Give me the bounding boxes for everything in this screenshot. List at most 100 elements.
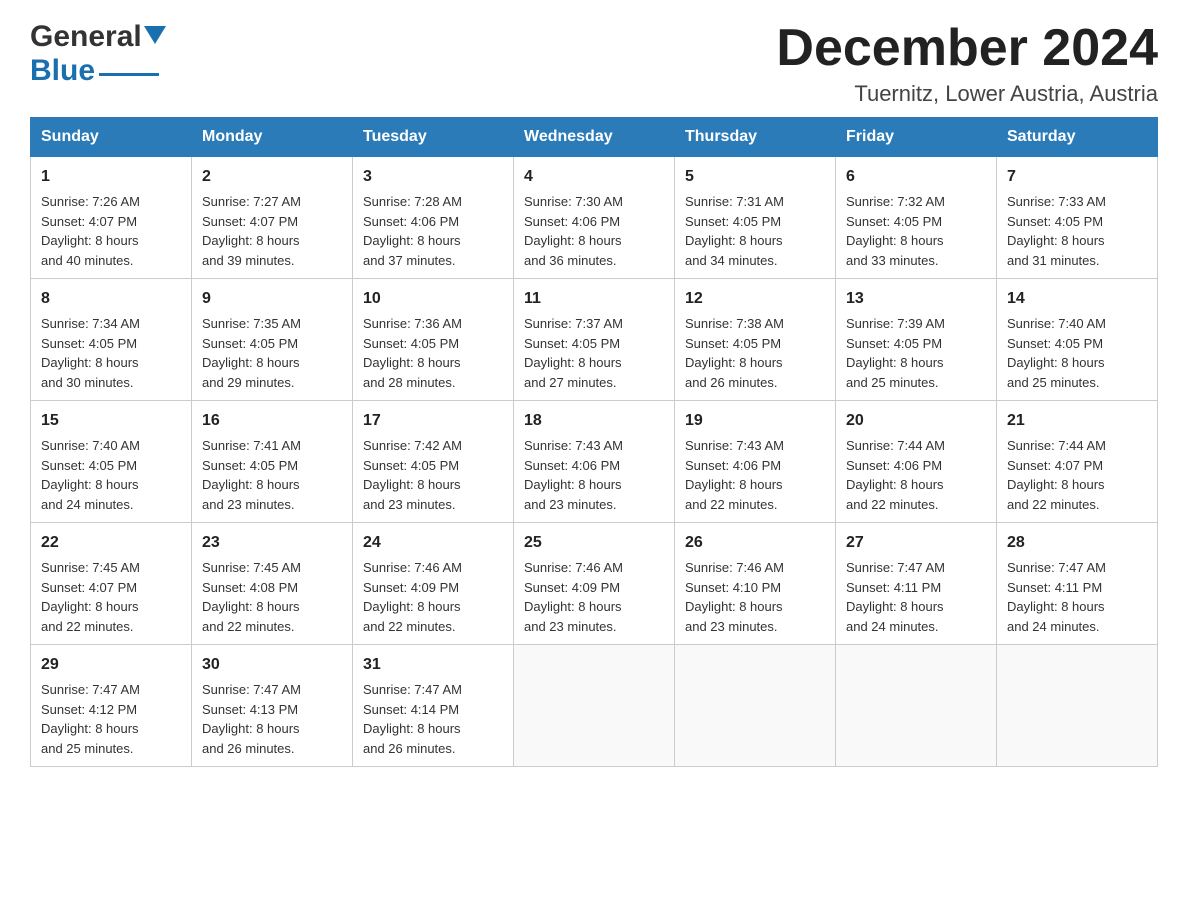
location-subtitle: Tuernitz, Lower Austria, Austria <box>776 81 1158 107</box>
table-row: 8 Sunrise: 7:34 AMSunset: 4:05 PMDayligh… <box>31 279 192 401</box>
day-info: Sunrise: 7:27 AMSunset: 4:07 PMDaylight:… <box>202 194 301 268</box>
table-row: 14 Sunrise: 7:40 AMSunset: 4:05 PMDaylig… <box>997 279 1158 401</box>
day-number: 24 <box>363 531 503 555</box>
day-number: 28 <box>1007 531 1147 555</box>
day-number: 19 <box>685 409 825 433</box>
table-row: 7 Sunrise: 7:33 AMSunset: 4:05 PMDayligh… <box>997 157 1158 279</box>
day-info: Sunrise: 7:38 AMSunset: 4:05 PMDaylight:… <box>685 316 784 390</box>
calendar-week-row: 15 Sunrise: 7:40 AMSunset: 4:05 PMDaylig… <box>31 401 1158 523</box>
day-number: 3 <box>363 165 503 189</box>
col-sunday: Sunday <box>31 118 192 157</box>
table-row: 12 Sunrise: 7:38 AMSunset: 4:05 PMDaylig… <box>675 279 836 401</box>
table-row: 15 Sunrise: 7:40 AMSunset: 4:05 PMDaylig… <box>31 401 192 523</box>
day-info: Sunrise: 7:30 AMSunset: 4:06 PMDaylight:… <box>524 194 623 268</box>
month-title: December 2024 <box>776 20 1158 77</box>
day-number: 11 <box>524 287 664 311</box>
calendar-header-row: Sunday Monday Tuesday Wednesday Thursday… <box>31 118 1158 157</box>
table-row: 26 Sunrise: 7:46 AMSunset: 4:10 PMDaylig… <box>675 523 836 645</box>
day-info: Sunrise: 7:47 AMSunset: 4:11 PMDaylight:… <box>1007 560 1106 634</box>
table-row: 11 Sunrise: 7:37 AMSunset: 4:05 PMDaylig… <box>514 279 675 401</box>
table-row: 10 Sunrise: 7:36 AMSunset: 4:05 PMDaylig… <box>353 279 514 401</box>
day-info: Sunrise: 7:36 AMSunset: 4:05 PMDaylight:… <box>363 316 462 390</box>
day-number: 10 <box>363 287 503 311</box>
col-tuesday: Tuesday <box>353 118 514 157</box>
day-info: Sunrise: 7:37 AMSunset: 4:05 PMDaylight:… <box>524 316 623 390</box>
col-thursday: Thursday <box>675 118 836 157</box>
day-info: Sunrise: 7:42 AMSunset: 4:05 PMDaylight:… <box>363 438 462 512</box>
day-number: 4 <box>524 165 664 189</box>
day-number: 23 <box>202 531 342 555</box>
day-number: 21 <box>1007 409 1147 433</box>
day-info: Sunrise: 7:41 AMSunset: 4:05 PMDaylight:… <box>202 438 301 512</box>
col-wednesday: Wednesday <box>514 118 675 157</box>
day-number: 31 <box>363 653 503 677</box>
table-row: 31 Sunrise: 7:47 AMSunset: 4:14 PMDaylig… <box>353 645 514 767</box>
day-info: Sunrise: 7:43 AMSunset: 4:06 PMDaylight:… <box>685 438 784 512</box>
day-info: Sunrise: 7:44 AMSunset: 4:06 PMDaylight:… <box>846 438 945 512</box>
table-row: 21 Sunrise: 7:44 AMSunset: 4:07 PMDaylig… <box>997 401 1158 523</box>
table-row: 29 Sunrise: 7:47 AMSunset: 4:12 PMDaylig… <box>31 645 192 767</box>
calendar-week-row: 29 Sunrise: 7:47 AMSunset: 4:12 PMDaylig… <box>31 645 1158 767</box>
day-info: Sunrise: 7:43 AMSunset: 4:06 PMDaylight:… <box>524 438 623 512</box>
day-info: Sunrise: 7:47 AMSunset: 4:13 PMDaylight:… <box>202 682 301 756</box>
table-row: 30 Sunrise: 7:47 AMSunset: 4:13 PMDaylig… <box>192 645 353 767</box>
table-row: 28 Sunrise: 7:47 AMSunset: 4:11 PMDaylig… <box>997 523 1158 645</box>
day-number: 12 <box>685 287 825 311</box>
day-number: 30 <box>202 653 342 677</box>
table-row: 1 Sunrise: 7:26 AMSunset: 4:07 PMDayligh… <box>31 157 192 279</box>
table-row <box>514 645 675 767</box>
col-saturday: Saturday <box>997 118 1158 157</box>
day-number: 25 <box>524 531 664 555</box>
table-row: 5 Sunrise: 7:31 AMSunset: 4:05 PMDayligh… <box>675 157 836 279</box>
day-number: 15 <box>41 409 181 433</box>
day-number: 17 <box>363 409 503 433</box>
logo-blue: Blue <box>30 54 95 88</box>
table-row <box>997 645 1158 767</box>
day-number: 27 <box>846 531 986 555</box>
page-header: General Blue December 2024 Tuernitz, Low… <box>30 20 1158 107</box>
day-info: Sunrise: 7:44 AMSunset: 4:07 PMDaylight:… <box>1007 438 1106 512</box>
calendar-week-row: 1 Sunrise: 7:26 AMSunset: 4:07 PMDayligh… <box>31 157 1158 279</box>
day-info: Sunrise: 7:45 AMSunset: 4:07 PMDaylight:… <box>41 560 140 634</box>
day-info: Sunrise: 7:40 AMSunset: 4:05 PMDaylight:… <box>1007 316 1106 390</box>
day-info: Sunrise: 7:35 AMSunset: 4:05 PMDaylight:… <box>202 316 301 390</box>
day-number: 13 <box>846 287 986 311</box>
day-info: Sunrise: 7:45 AMSunset: 4:08 PMDaylight:… <box>202 560 301 634</box>
table-row: 4 Sunrise: 7:30 AMSunset: 4:06 PMDayligh… <box>514 157 675 279</box>
day-number: 5 <box>685 165 825 189</box>
logo-triangle-icon <box>144 26 166 44</box>
table-row: 19 Sunrise: 7:43 AMSunset: 4:06 PMDaylig… <box>675 401 836 523</box>
day-info: Sunrise: 7:39 AMSunset: 4:05 PMDaylight:… <box>846 316 945 390</box>
table-row: 16 Sunrise: 7:41 AMSunset: 4:05 PMDaylig… <box>192 401 353 523</box>
col-friday: Friday <box>836 118 997 157</box>
col-monday: Monday <box>192 118 353 157</box>
table-row: 3 Sunrise: 7:28 AMSunset: 4:06 PMDayligh… <box>353 157 514 279</box>
table-row: 9 Sunrise: 7:35 AMSunset: 4:05 PMDayligh… <box>192 279 353 401</box>
day-number: 26 <box>685 531 825 555</box>
day-number: 14 <box>1007 287 1147 311</box>
table-row: 17 Sunrise: 7:42 AMSunset: 4:05 PMDaylig… <box>353 401 514 523</box>
calendar-table: Sunday Monday Tuesday Wednesday Thursday… <box>30 117 1158 767</box>
day-number: 8 <box>41 287 181 311</box>
day-number: 1 <box>41 165 181 189</box>
day-info: Sunrise: 7:46 AMSunset: 4:09 PMDaylight:… <box>524 560 623 634</box>
day-number: 18 <box>524 409 664 433</box>
day-info: Sunrise: 7:26 AMSunset: 4:07 PMDaylight:… <box>41 194 140 268</box>
table-row: 18 Sunrise: 7:43 AMSunset: 4:06 PMDaylig… <box>514 401 675 523</box>
table-row <box>675 645 836 767</box>
table-row: 22 Sunrise: 7:45 AMSunset: 4:07 PMDaylig… <box>31 523 192 645</box>
table-row: 24 Sunrise: 7:46 AMSunset: 4:09 PMDaylig… <box>353 523 514 645</box>
day-number: 9 <box>202 287 342 311</box>
day-info: Sunrise: 7:34 AMSunset: 4:05 PMDaylight:… <box>41 316 140 390</box>
day-number: 7 <box>1007 165 1147 189</box>
table-row: 2 Sunrise: 7:27 AMSunset: 4:07 PMDayligh… <box>192 157 353 279</box>
table-row: 13 Sunrise: 7:39 AMSunset: 4:05 PMDaylig… <box>836 279 997 401</box>
day-number: 16 <box>202 409 342 433</box>
day-number: 6 <box>846 165 986 189</box>
day-info: Sunrise: 7:33 AMSunset: 4:05 PMDaylight:… <box>1007 194 1106 268</box>
day-number: 22 <box>41 531 181 555</box>
day-number: 2 <box>202 165 342 189</box>
day-info: Sunrise: 7:46 AMSunset: 4:10 PMDaylight:… <box>685 560 784 634</box>
day-info: Sunrise: 7:31 AMSunset: 4:05 PMDaylight:… <box>685 194 784 268</box>
table-row: 23 Sunrise: 7:45 AMSunset: 4:08 PMDaylig… <box>192 523 353 645</box>
